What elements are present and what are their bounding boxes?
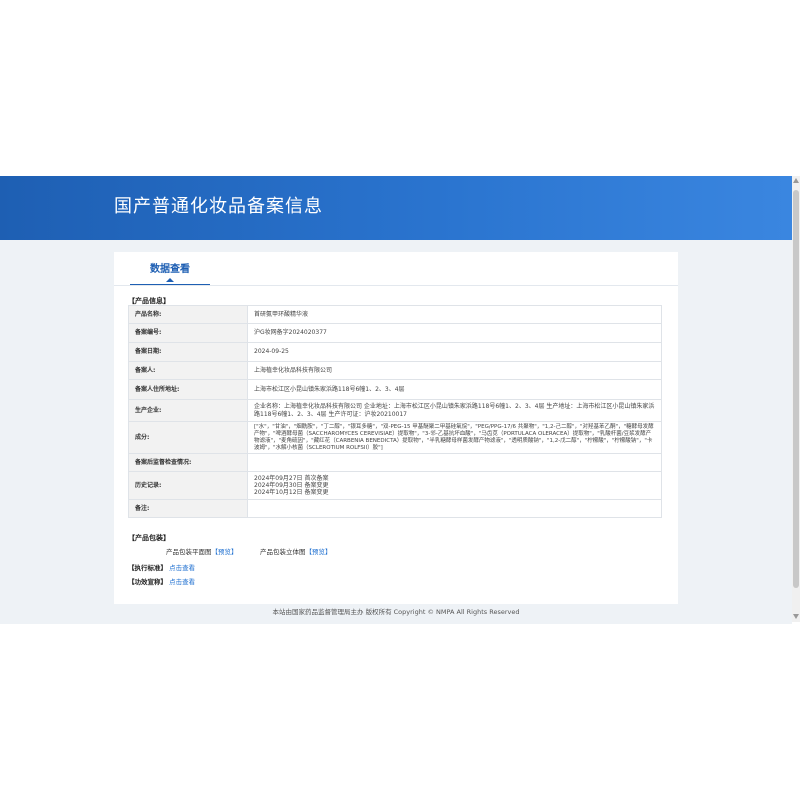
supervision-value [247, 453, 662, 472]
table-row: 生产企业: 企业名称：上海植幸化妆品科技有限公司 企业地址：上海市松江区小昆山镇… [128, 399, 662, 422]
registrant-value: 上海植幸化妆品科技有限公司 [247, 361, 662, 380]
solid-packaging-label: 产品包装立体图 [260, 548, 306, 556]
efficacy-view-link[interactable]: 点击查看 [169, 578, 195, 586]
page-title: 国产普通化妆品备案信息 [114, 196, 323, 217]
product-name-value: 首研氨甲环酸精华液 [247, 305, 662, 324]
row-label: 产品名称: [128, 305, 248, 324]
table-row: 成分: ["水"，"甘油"，"烟酰胺"，"丁二醇"，"银耳多糖"，"双-PEG-… [128, 421, 662, 454]
row-label: 备案人住所地址: [128, 379, 248, 400]
registration-number-value: 沪G妆网备字2024020377 [247, 323, 662, 343]
table-row: 备案编号: 沪G妆网备字2024020377 [128, 323, 662, 343]
packaging-section-label: 【产品包装】 [128, 534, 170, 542]
efficacy-row: 【功效宣称】 点击查看 [128, 576, 195, 586]
row-label: 备案编号: [128, 323, 248, 343]
bottom-blank-area [0, 624, 800, 800]
row-label: 备案日期: [128, 342, 248, 362]
table-row: 历史记录: 2024年09月27日 首次备案 2024年09月30日 备案变更 … [128, 471, 662, 500]
scrollbar-thumb[interactable] [793, 190, 799, 588]
row-label: 备案后监督检查情况: [128, 453, 248, 472]
tab-divider [114, 285, 678, 286]
efficacy-label: 【功效宣称】 [128, 578, 167, 586]
ingredients-value: ["水"，"甘油"，"烟酰胺"，"丁二醇"，"银耳多糖"，"双-PEG-15 甲… [247, 421, 662, 454]
top-blank-area [0, 0, 800, 176]
history-entry: 2024年09月27日 首次备案 [254, 475, 329, 482]
flat-packaging-preview-link[interactable]: 【预览】 [212, 548, 238, 556]
row-label: 历史记录: [128, 471, 248, 500]
scroll-down-arrow-icon[interactable] [793, 614, 799, 619]
solid-packaging-preview-link[interactable]: 【预览】 [306, 548, 332, 556]
row-label: 备案人: [128, 361, 248, 380]
registration-date-value: 2024-09-25 [247, 342, 662, 362]
tab-indicator-arrow-icon [166, 278, 174, 282]
table-row: 备案人住所地址: 上海市松江区小昆山镇朱家浜路118号6幢1、2、3、4层 [128, 379, 662, 400]
history-entry: 2024年09月30日 备案变更 [254, 482, 329, 489]
row-label: 成分: [128, 421, 248, 454]
history-value: 2024年09月27日 首次备案 2024年09月30日 备案变更 2024年1… [247, 471, 662, 500]
table-row: 备注: [128, 499, 662, 518]
standard-label: 【执行标准】 [128, 564, 167, 572]
product-info-table: 产品名称: 首研氨甲环酸精华液 备案编号: 沪G妆网备字2024020377 备… [128, 305, 662, 518]
standard-view-link[interactable]: 点击查看 [169, 564, 195, 572]
row-label: 备注: [128, 499, 248, 518]
row-label: 生产企业: [128, 399, 248, 422]
table-row: 备案日期: 2024-09-25 [128, 342, 662, 362]
flat-packaging-item: 产品包装平面图【预览】 [166, 546, 238, 556]
history-entry: 2024年10月12日 备案变更 [254, 489, 329, 496]
scroll-up-arrow-icon[interactable] [793, 178, 799, 183]
page-footer: 本站由国家药品监督管理局主办 版权所有 Copyright © NMPA All… [272, 608, 520, 616]
page-banner: 国产普通化妆品备案信息 [0, 176, 792, 240]
table-row: 备案后监督检查情况: [128, 453, 662, 472]
manufacturer-value: 企业名称：上海植幸化妆品科技有限公司 企业地址：上海市松江区小昆山镇朱家浜路11… [247, 399, 662, 422]
solid-packaging-item: 产品包装立体图【预览】 [260, 546, 332, 556]
standard-row: 【执行标准】 点击查看 [128, 562, 195, 572]
remarks-value [247, 499, 662, 518]
registrant-address-value: 上海市松江区小昆山镇朱家浜路118号6幢1、2、3、4层 [247, 379, 662, 400]
table-row: 备案人: 上海植幸化妆品科技有限公司 [128, 361, 662, 380]
detail-panel: 数据查看 【产品信息】 产品名称: 首研氨甲环酸精华液 备案编号: 沪G妆网备字… [114, 252, 678, 604]
table-row: 产品名称: 首研氨甲环酸精华液 [128, 305, 662, 324]
flat-packaging-label: 产品包装平面图 [166, 548, 212, 556]
